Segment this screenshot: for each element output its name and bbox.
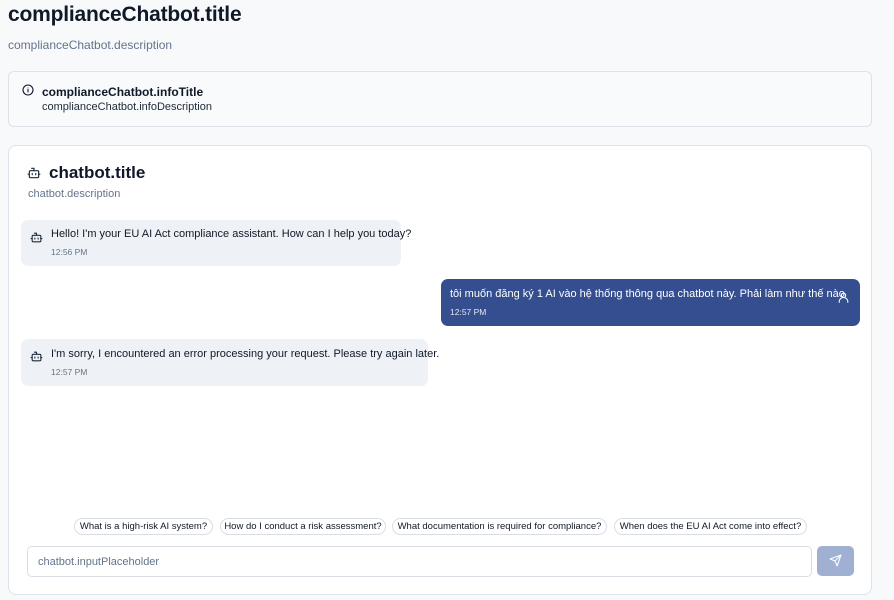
chat-description: chatbot.description — [28, 188, 121, 200]
send-button[interactable] — [817, 546, 854, 576]
send-icon — [829, 554, 842, 567]
message-text: I'm sorry, I encountered an error proces… — [51, 348, 440, 360]
bot-message: Hello! I'm your EU AI Act compliance ass… — [21, 220, 411, 266]
info-description: complianceChatbot.infoDescription — [42, 101, 212, 113]
chatbot-card: chatbot.title chatbot.description Hello!… — [8, 145, 872, 595]
bot-avatar-icon — [30, 232, 43, 243]
suggestion-chip[interactable]: When does the EU AI Act come into effect… — [614, 518, 807, 535]
suggestion-chip[interactable]: What documentation is required for compl… — [392, 518, 607, 535]
chat-input[interactable] — [27, 546, 812, 577]
message-text: tôi muốn đăng ký 1 AI vào hệ thống thông… — [450, 288, 845, 300]
bot-icon — [27, 167, 41, 179]
info-circle-icon — [22, 84, 34, 96]
message-text: Hello! I'm your EU AI Act compliance ass… — [51, 228, 412, 240]
info-title: complianceChatbot.infoTitle — [42, 85, 204, 99]
suggestion-chip[interactable]: What is a high-risk AI system? — [74, 518, 213, 535]
message-time: 12:56 PM — [51, 247, 88, 257]
chat-title: chatbot.title — [49, 163, 146, 182]
message-time: 12:57 PM — [51, 367, 88, 377]
user-avatar-icon — [838, 292, 849, 303]
page-title: complianceChatbot.title — [8, 3, 242, 26]
bot-avatar-icon — [30, 351, 43, 362]
page-description: complianceChatbot.description — [8, 38, 173, 52]
bot-message: I'm sorry, I encountered an error proces… — [21, 339, 439, 386]
user-message: tôi muốn đăng ký 1 AI vào hệ thống thông… — [441, 279, 860, 326]
message-time: 12:57 PM — [450, 307, 487, 317]
info-panel: complianceChatbot.infoTitle complianceCh… — [8, 71, 872, 127]
suggestion-chip[interactable]: How do I conduct a risk assessment? — [220, 518, 386, 535]
